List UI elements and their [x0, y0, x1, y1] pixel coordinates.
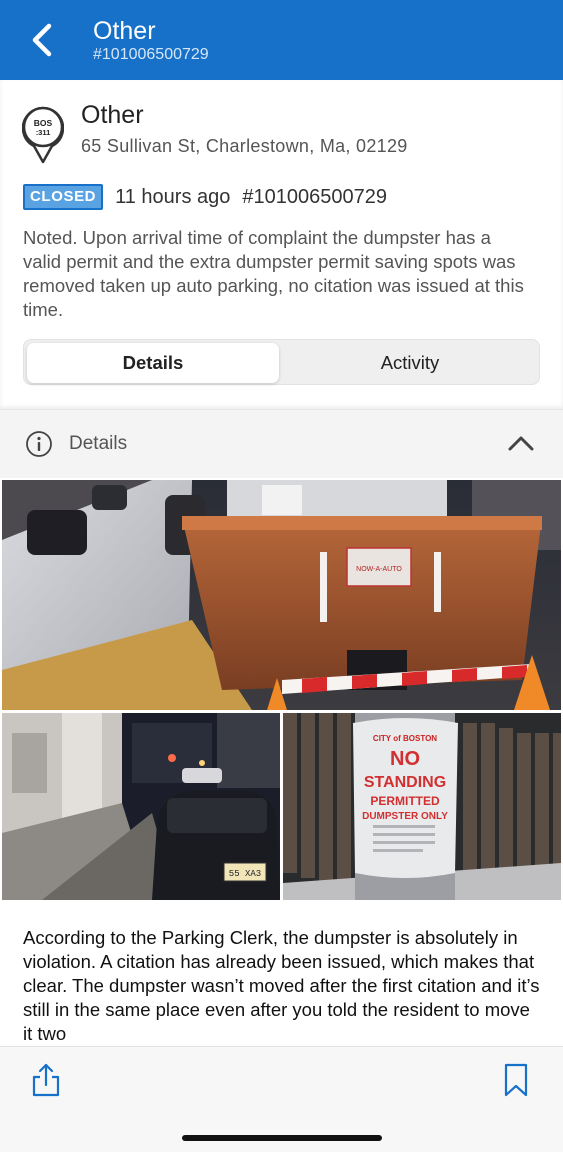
- bookmark-icon[interactable]: [503, 1063, 529, 1097]
- back-button[interactable]: [20, 18, 64, 62]
- bos311-pin-logo: BOS :311: [21, 104, 65, 169]
- svg-text::311: :311: [36, 128, 51, 137]
- photo-parked-car[interactable]: 55 XA3: [2, 713, 280, 900]
- chevron-left-icon: [32, 23, 52, 57]
- status-row: CLOSED 11 hours ago #101006500729: [23, 184, 387, 210]
- chevron-up-icon[interactable]: [506, 432, 536, 454]
- svg-text:PERMITTED: PERMITTED: [370, 794, 440, 808]
- tab-activity[interactable]: Activity: [282, 343, 538, 383]
- svg-text:BOS: BOS: [34, 118, 53, 128]
- case-description: Noted. Upon arrival time of complaint th…: [23, 227, 524, 320]
- info-icon: [26, 431, 52, 457]
- details-section-label: Details: [69, 433, 128, 454]
- status-badge: CLOSED: [23, 184, 104, 210]
- case-address: 65 Sullivan St, Charlestown, Ma, 02129: [81, 136, 408, 156]
- svg-text:DUMPSTER ONLY: DUMPSTER ONLY: [362, 811, 448, 822]
- case-id: #101006500729: [242, 185, 387, 208]
- svg-text:NOW-A-AUTO: NOW-A-AUTO: [356, 566, 402, 573]
- bottom-toolbar: [0, 1046, 563, 1152]
- photo-no-standing-sign[interactable]: CITY of BOSTON NO STANDING PERMITTED DUM…: [283, 713, 561, 900]
- service-type-title: Other: [81, 101, 144, 129]
- svg-text:NO: NO: [390, 748, 420, 770]
- share-icon[interactable]: [32, 1063, 60, 1097]
- photo-gallery: NOW-A-AUTO 55 XA3 CITY of BOSTON NO STAN…: [0, 478, 563, 902]
- time-ago: 11 hours ago: [115, 185, 231, 208]
- update-body-text: According to the Parking Clerk, the dump…: [23, 927, 540, 1044]
- page-title: Other: [93, 17, 156, 45]
- tab-details[interactable]: Details: [27, 343, 279, 383]
- segmented-tabs: Details Activity: [23, 339, 540, 385]
- home-indicator: [182, 1135, 382, 1141]
- svg-text:55 XA3: 55 XA3: [229, 869, 261, 879]
- svg-text:CITY of BOSTON: CITY of BOSTON: [373, 734, 437, 743]
- details-section-header[interactable]: Details: [0, 410, 563, 478]
- top-navigation-bar: Other #101006500729: [0, 0, 563, 80]
- photo-dumpster[interactable]: NOW-A-AUTO: [2, 480, 561, 710]
- page-subtitle-case-id: #101006500729: [93, 46, 209, 63]
- svg-text:STANDING: STANDING: [364, 774, 446, 791]
